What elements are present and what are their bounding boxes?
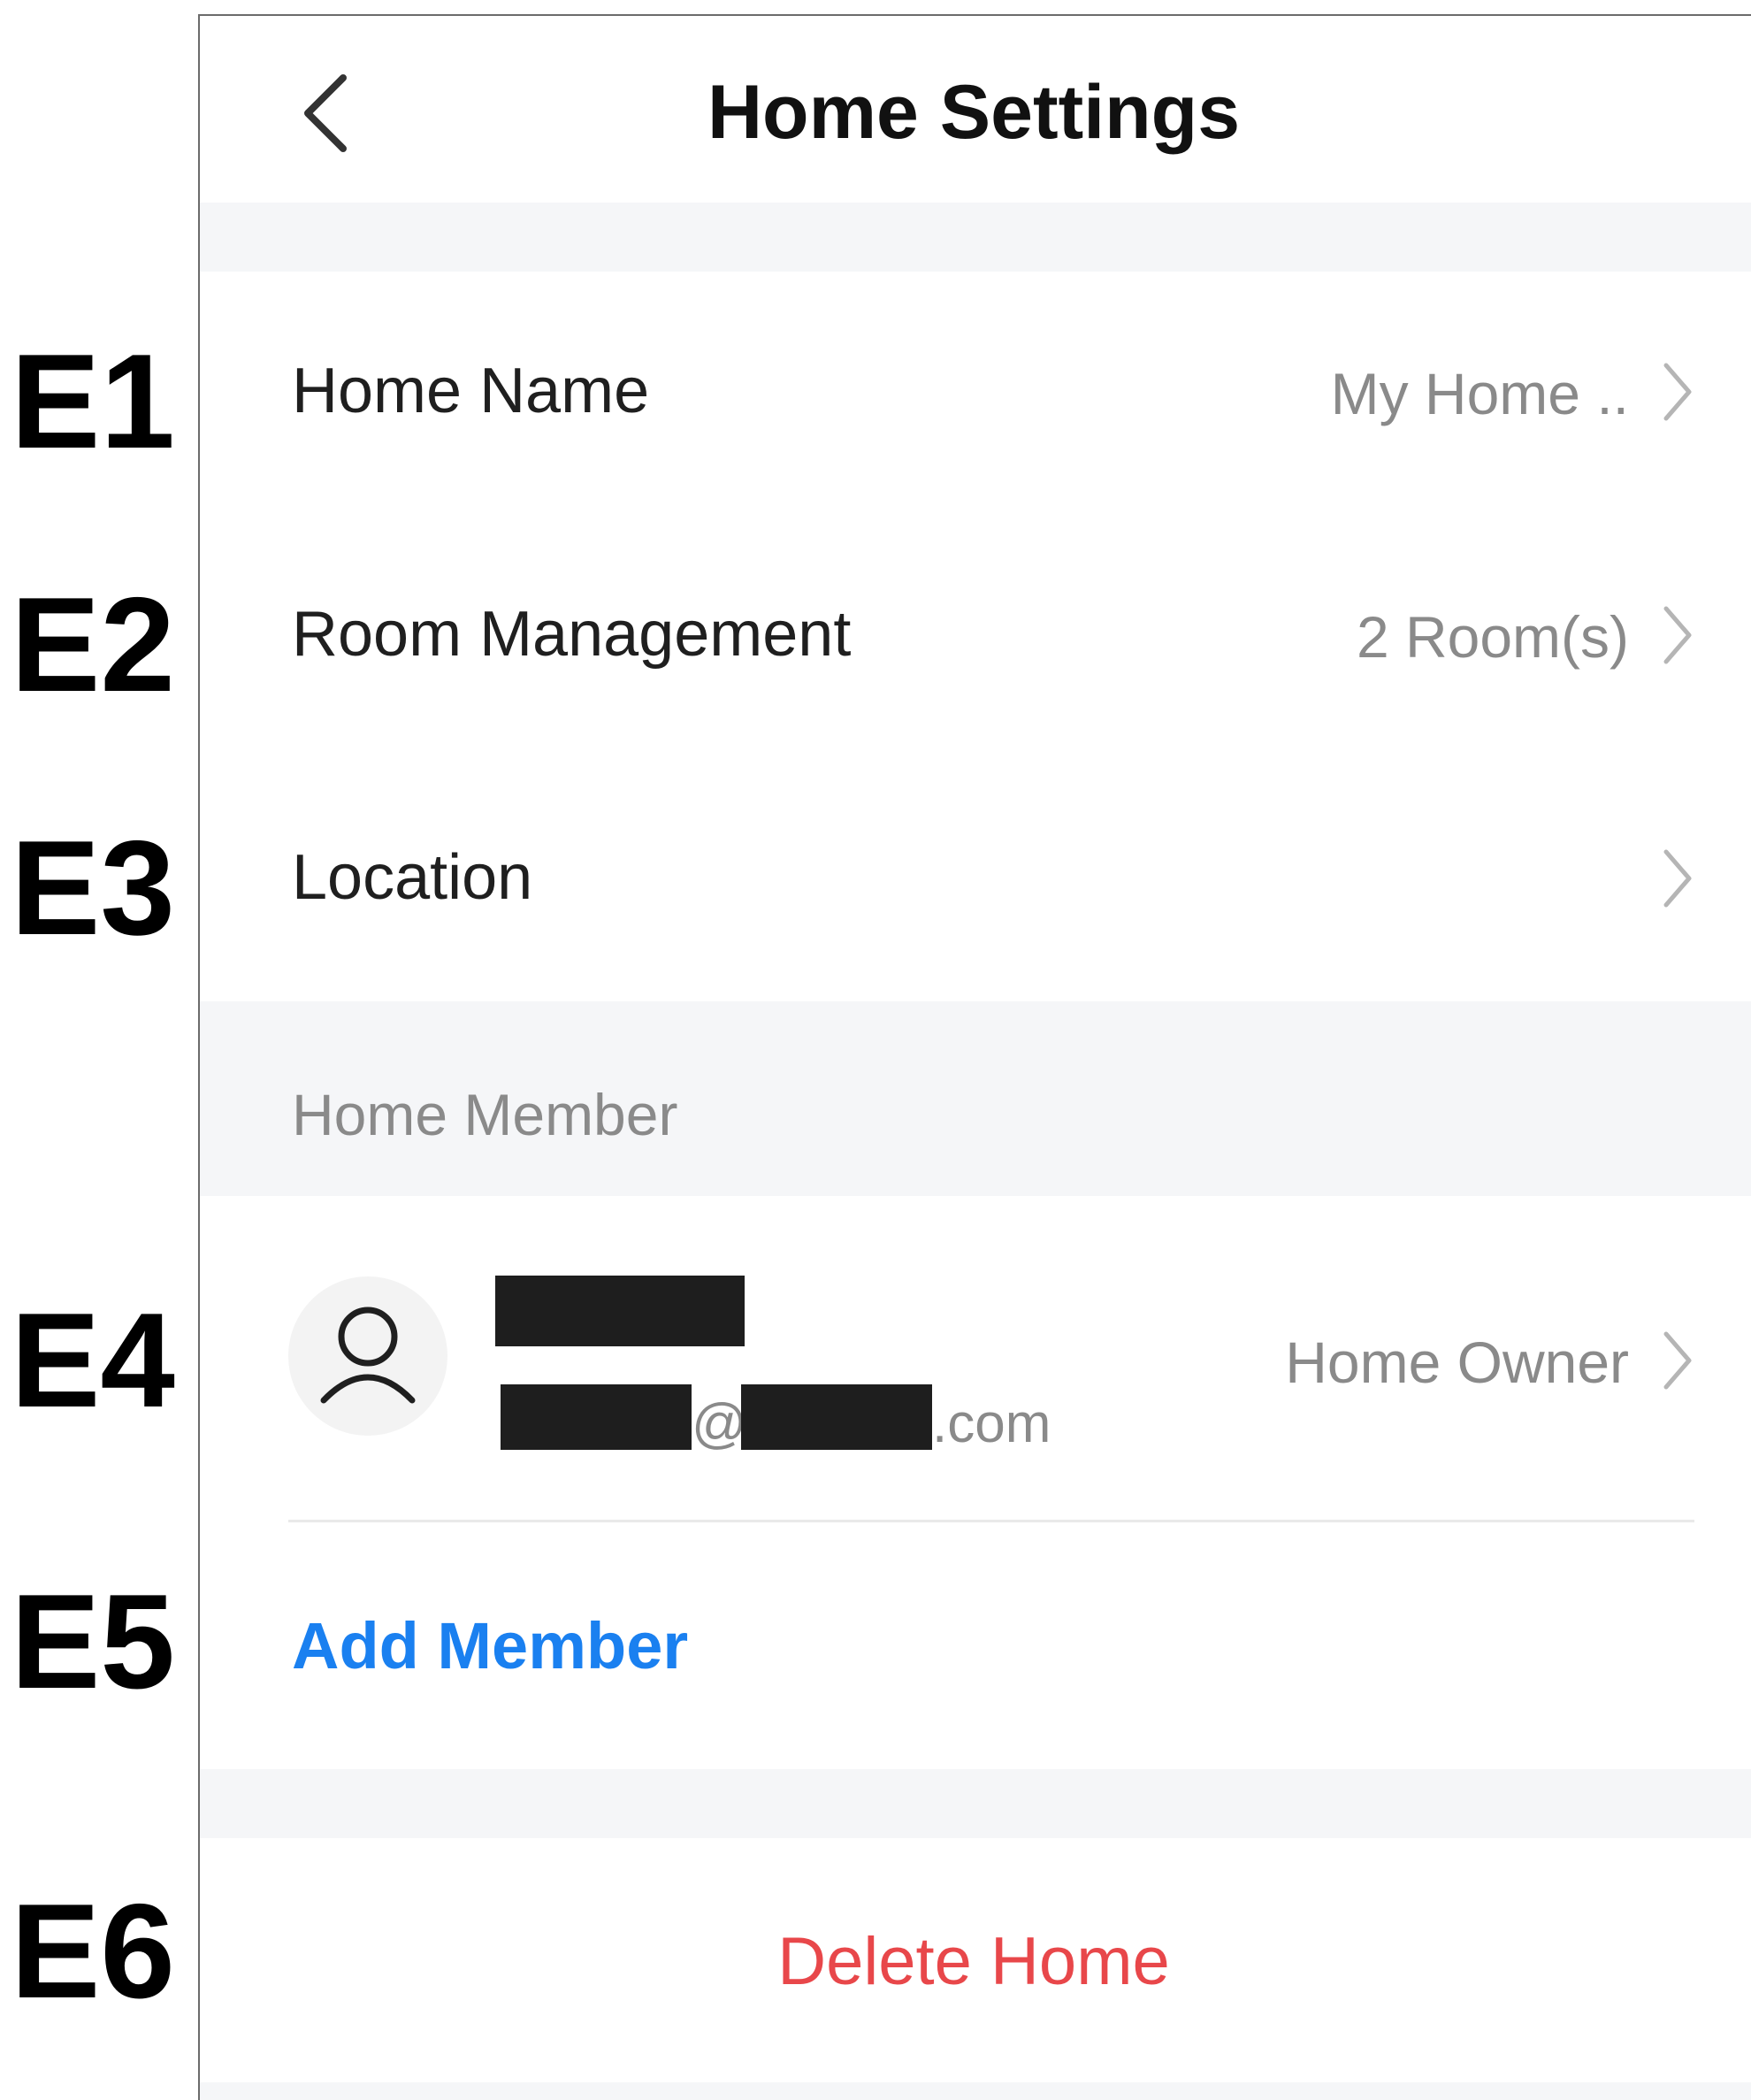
chevron-right-icon <box>1663 363 1692 421</box>
chevron-right-icon <box>1663 849 1692 908</box>
bottom-spacer <box>200 2082 1751 2100</box>
home-name-value: My Home .. <box>1330 361 1629 426</box>
callout-e1: E1 <box>11 326 175 477</box>
email-domain-suffix: .com <box>932 1393 1051 1454</box>
add-member-button[interactable]: Add Member <box>200 1521 1751 1769</box>
add-member-label: Add Member <box>292 1609 689 1682</box>
location-label: Location <box>292 842 533 913</box>
member-role: Home Owner <box>1285 1330 1629 1395</box>
room-count-value: 2 Room(s) <box>1356 604 1629 670</box>
delete-home-button[interactable]: Delete Home <box>200 1838 1751 2082</box>
page-title: Home Settings <box>707 70 1241 155</box>
chevron-right-icon <box>1663 606 1692 664</box>
callout-e5: E5 <box>11 1567 175 1717</box>
chevron-right-icon <box>1663 1331 1692 1390</box>
phone-screen: Home Settings Home Name My Home .. Room … <box>198 14 1751 2100</box>
delete-home-label: Delete Home <box>777 1924 1170 1999</box>
section-spacer <box>200 1769 1751 1838</box>
redacted-member-name <box>495 1276 745 1346</box>
section-title: Home Member <box>292 1082 678 1147</box>
callout-e3: E3 <box>11 813 175 963</box>
home-name-row[interactable]: Home Name My Home .. <box>200 272 1751 515</box>
redacted-email-domain <box>741 1384 932 1450</box>
home-name-label: Home Name <box>292 356 650 426</box>
room-management-label: Room Management <box>292 599 852 670</box>
room-management-row[interactable]: Room Management 2 Room(s) <box>200 515 1751 758</box>
avatar <box>288 1276 447 1436</box>
callout-e2: E2 <box>11 570 175 720</box>
email-at-symbol: @ <box>692 1393 747 1454</box>
callout-e6: E6 <box>11 1876 175 2027</box>
section-spacer <box>200 203 1751 272</box>
location-row[interactable]: Location <box>200 758 1751 1001</box>
user-icon <box>320 1307 416 1404</box>
home-member-section-header: Home Member <box>200 1001 1751 1196</box>
member-row[interactable]: @ .com Home Owner <box>200 1196 1751 1522</box>
redacted-email-user <box>501 1384 692 1450</box>
callout-e4: E4 <box>11 1285 175 1436</box>
